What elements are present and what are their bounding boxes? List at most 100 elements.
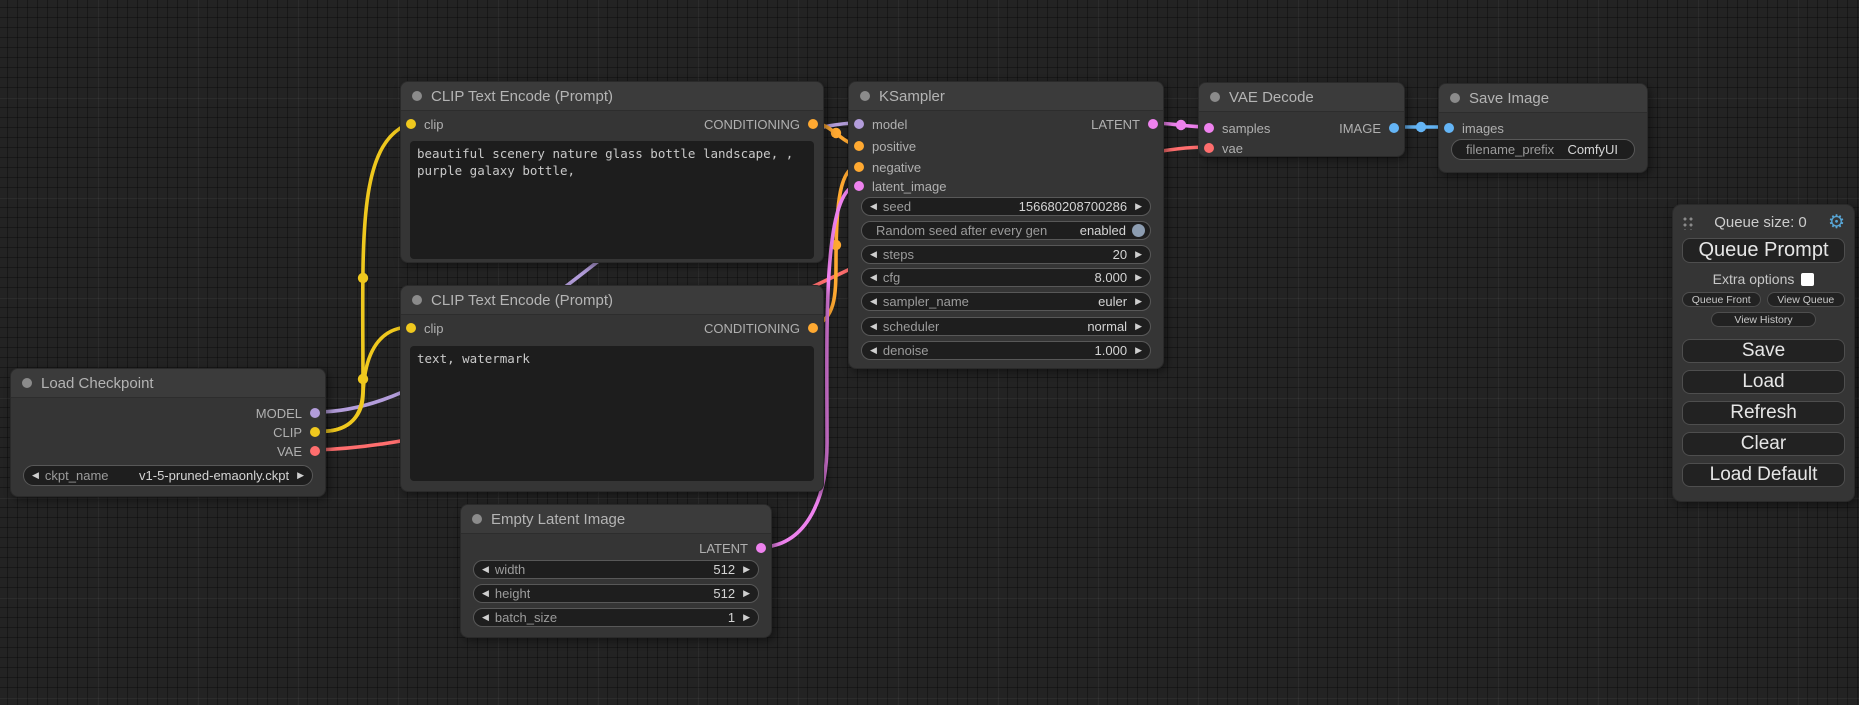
load-default-button[interactable]: Load Default	[1682, 463, 1845, 487]
input-slot-vae[interactable]: vae	[1204, 139, 1243, 157]
node-graph-canvas[interactable]: Load CheckpointMODELCLIPVAE◀ckpt_namev1-…	[0, 0, 1859, 705]
seed-widget[interactable]: ◀seed156680208700286▶	[861, 197, 1151, 216]
MODEL-output-dot[interactable]	[310, 408, 320, 418]
input-slot-images[interactable]: images	[1444, 119, 1504, 137]
increment-arrow-icon[interactable]: ▶	[1135, 321, 1142, 332]
scheduler-widget[interactable]: ◀schedulernormal▶	[861, 317, 1151, 336]
link-midpoint-dot[interactable]	[358, 374, 368, 384]
collapse-dot-icon[interactable]	[412, 91, 422, 101]
denoise-widget[interactable]: ◀denoise1.000▶	[861, 341, 1151, 360]
node-titlebar-save-image[interactable]: Save Image	[1439, 84, 1647, 113]
node-clip-encode-negative[interactable]: CLIP Text Encode (Prompt) clip CONDITIONIN…	[400, 285, 824, 492]
input-slot-negative[interactable]: negative	[854, 158, 921, 176]
collapse-dot-icon[interactable]	[860, 91, 870, 101]
ckpt-name-widget[interactable]: ◀ckpt_namev1-5-pruned-emaonly.ckpt▶	[23, 465, 313, 486]
collapse-dot-icon[interactable]	[1210, 92, 1220, 102]
width-widget[interactable]: ◀width512▶	[473, 560, 759, 579]
increment-arrow-icon[interactable]: ▶	[1135, 249, 1142, 260]
queue-prompt-button[interactable]: Queue Prompt	[1682, 238, 1845, 263]
decrement-arrow-icon[interactable]: ◀	[482, 588, 489, 599]
negative-input-dot[interactable]	[854, 162, 864, 172]
extra-options-checkbox[interactable]	[1801, 273, 1814, 286]
increment-arrow-icon[interactable]: ▶	[297, 470, 304, 481]
link-midpoint-dot[interactable]	[1416, 122, 1426, 132]
CONDITIONING-output-dot[interactable]	[808, 119, 818, 129]
node-clip-encode-positive[interactable]: CLIP Text Encode (Prompt) clip CONDITIONIN…	[400, 81, 824, 263]
Random seed after every gen-widget[interactable]: Random seed after every genenabled	[861, 221, 1151, 240]
view-history-button[interactable]: View History	[1711, 312, 1815, 327]
node-titlebar-clip-encode-positive[interactable]: CLIP Text Encode (Prompt)	[401, 82, 823, 111]
prompt-textarea[interactable]: text, watermark	[410, 346, 814, 481]
link-midpoint-dot[interactable]	[358, 273, 368, 283]
toggle-knob-icon[interactable]	[1132, 224, 1145, 237]
filename-prefix-widget[interactable]: filename_prefixComfyUI	[1451, 139, 1635, 160]
clear-button[interactable]: Clear	[1682, 432, 1845, 456]
increment-arrow-icon[interactable]: ▶	[1135, 296, 1142, 307]
collapse-dot-icon[interactable]	[22, 378, 32, 388]
positive-input-dot[interactable]	[854, 141, 864, 151]
node-titlebar-empty-latent-image[interactable]: Empty Latent Image	[461, 505, 771, 534]
batch-size-widget[interactable]: ◀batch_size1▶	[473, 608, 759, 627]
samples-input-dot[interactable]	[1204, 123, 1214, 133]
link-midpoint-dot[interactable]	[1176, 120, 1186, 130]
decrement-arrow-icon[interactable]: ◀	[870, 272, 877, 283]
node-titlebar-vae-decode[interactable]: VAE Decode	[1199, 83, 1404, 112]
input-slot-model[interactable]: model	[854, 115, 907, 133]
input-slot-samples[interactable]: samples	[1204, 119, 1270, 137]
output-slot-IMAGE[interactable]: IMAGE	[1339, 119, 1399, 137]
save-button[interactable]: Save	[1682, 339, 1845, 363]
clip-input-dot[interactable]	[406, 119, 416, 129]
settings-gear-icon[interactable]: ⚙	[1828, 213, 1845, 232]
increment-arrow-icon[interactable]: ▶	[1135, 345, 1142, 356]
prompt-textarea[interactable]: beautiful scenery nature glass bottle la…	[410, 141, 814, 259]
images-input-dot[interactable]	[1444, 123, 1454, 133]
output-slot-VAE[interactable]: VAE	[277, 442, 320, 460]
menu-drag-handle-icon[interactable]	[1682, 215, 1693, 230]
output-slot-MODEL[interactable]: MODEL	[256, 404, 320, 422]
decrement-arrow-icon[interactable]: ◀	[870, 345, 877, 356]
input-slot-clip[interactable]: clip	[406, 115, 444, 133]
refresh-button[interactable]: Refresh	[1682, 401, 1845, 425]
vae-input-dot[interactable]	[1204, 143, 1214, 153]
output-slot-CONDITIONING[interactable]: CONDITIONING	[704, 115, 818, 133]
load-button[interactable]: Load	[1682, 370, 1845, 394]
queue-front-button[interactable]: Queue Front	[1682, 292, 1761, 307]
increment-arrow-icon[interactable]: ▶	[743, 564, 750, 575]
output-slot-LATENT[interactable]: LATENT	[1091, 115, 1158, 133]
input-slot-positive[interactable]: positive	[854, 137, 916, 155]
node-ksampler[interactable]: KSamplermodelpositivenegativelatent_imag…	[848, 81, 1164, 369]
latent_image-input-dot[interactable]	[854, 181, 864, 191]
decrement-arrow-icon[interactable]: ◀	[870, 296, 877, 307]
collapse-dot-icon[interactable]	[472, 514, 482, 524]
decrement-arrow-icon[interactable]: ◀	[32, 470, 39, 481]
output-slot-CONDITIONING[interactable]: CONDITIONING	[704, 319, 818, 337]
CONDITIONING-output-dot[interactable]	[808, 323, 818, 333]
increment-arrow-icon[interactable]: ▶	[743, 588, 750, 599]
view-queue-button[interactable]: View Queue	[1767, 292, 1846, 307]
clip-input-dot[interactable]	[406, 323, 416, 333]
LATENT-output-dot[interactable]	[756, 543, 766, 553]
node-vae-decode[interactable]: VAE Decode samples vae IMAGE	[1198, 82, 1405, 157]
decrement-arrow-icon[interactable]: ◀	[870, 249, 877, 260]
node-load-checkpoint[interactable]: Load CheckpointMODELCLIPVAE◀ckpt_namev1-…	[10, 368, 326, 497]
input-slot-latent_image[interactable]: latent_image	[854, 177, 946, 195]
sampler-name-widget[interactable]: ◀sampler_nameeuler▶	[861, 292, 1151, 311]
decrement-arrow-icon[interactable]: ◀	[482, 612, 489, 623]
link-midpoint-dot[interactable]	[831, 240, 841, 250]
steps-widget[interactable]: ◀steps20▶	[861, 245, 1151, 264]
IMAGE-output-dot[interactable]	[1389, 123, 1399, 133]
decrement-arrow-icon[interactable]: ◀	[870, 321, 877, 332]
increment-arrow-icon[interactable]: ▶	[1135, 272, 1142, 283]
output-slot-CLIP[interactable]: CLIP	[273, 423, 320, 441]
increment-arrow-icon[interactable]: ▶	[743, 612, 750, 623]
input-slot-clip[interactable]: clip	[406, 319, 444, 337]
decrement-arrow-icon[interactable]: ◀	[870, 201, 877, 212]
link-midpoint-dot[interactable]	[831, 128, 841, 138]
node-empty-latent-image[interactable]: Empty Latent Image LATENT ◀width512▶ ◀heigh…	[460, 504, 772, 638]
node-save-image[interactable]: Save Image images filename_prefixComfyUI	[1438, 83, 1648, 173]
height-widget[interactable]: ◀height512▶	[473, 584, 759, 603]
node-titlebar-clip-encode-negative[interactable]: CLIP Text Encode (Prompt)	[401, 286, 823, 315]
LATENT-output-dot[interactable]	[1148, 119, 1158, 129]
output-slot-LATENT[interactable]: LATENT	[699, 539, 766, 557]
collapse-dot-icon[interactable]	[412, 295, 422, 305]
